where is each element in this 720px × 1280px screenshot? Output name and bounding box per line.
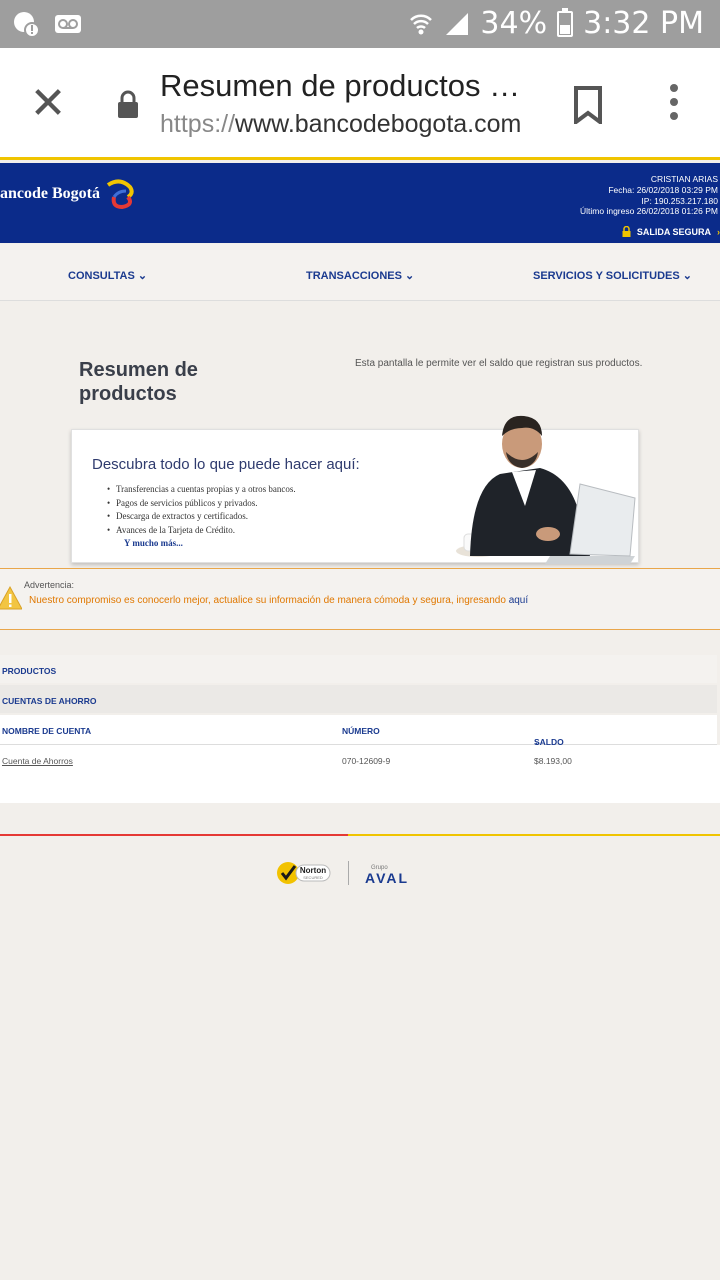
chevron-down-icon: ⌄ <box>405 270 415 282</box>
account-name-link[interactable]: Cuenta de Ahorros <box>2 756 73 766</box>
secure-exit-label: SALIDA SEGURA <box>636 226 711 237</box>
last-login: Último ingreso 26/02/2018 01:26 PM <box>580 206 718 217</box>
chevron-down-icon: ⌄ <box>137 270 148 282</box>
savings-heading: CUENTAS DE AHORRO <box>2 696 97 706</box>
table-row: Cuenta de Ahorros 070-12609-9 $8.193,00 <box>0 745 717 773</box>
main-nav: CONSULTAS ⌄ TRANSACCIONES ⌄ SERVICIOS Y … <box>0 244 720 301</box>
nav-servicios-label: SERVICIOS Y SOLICITUDES <box>533 270 680 282</box>
bank-logo[interactable]: ancode Bogotá <box>0 179 136 209</box>
status-bar: 34% 3:32 PM <box>0 0 720 48</box>
norton-secured-icon: Norton SECURED <box>277 862 331 884</box>
page-title: Resumen de productos <box>79 359 198 405</box>
secure-exit-button[interactable]: SALIDA SEGURA › <box>622 226 720 237</box>
warning-message: Nuestro compromiso es conocerlo mejor, a… <box>29 595 528 606</box>
bank-logo-text: ancode Bogotá <box>0 185 100 202</box>
url-host: www.bancodebogota.com <box>235 110 522 138</box>
browser-toolbar: ✕ Resumen de productos … https://www.ban… <box>0 48 720 160</box>
banner-more-link[interactable]: Y mucho más... <box>124 538 183 548</box>
account-balance: $8.193,00 <box>534 756 572 766</box>
banner-item: Descarga de extractos y certificados. <box>107 511 296 525</box>
account-number: 070-12609-9 <box>342 756 391 766</box>
nav-transacciones[interactable]: TRANSACCIONES ⌄ <box>306 269 414 282</box>
chevron-down-icon: ⌄ <box>682 270 692 282</box>
wifi-icon <box>410 14 433 34</box>
aval-label: AVAL <box>365 870 409 885</box>
norton-sub-label: SECURED <box>303 875 323 880</box>
clock: 3:32 PM <box>583 6 704 41</box>
nav-consultas-label: CONSULTAS <box>68 270 135 282</box>
nav-transacciones-label: TRANSACCIONES <box>306 270 402 282</box>
footer-logos: Norton SECURED Grupo AVAL <box>276 860 435 886</box>
norton-label: Norton <box>300 866 326 875</box>
battery-icon <box>557 7 574 37</box>
padlock-icon <box>622 226 631 237</box>
banner-item: Pagos de servicios públicos y privados. <box>107 498 296 512</box>
session-date: Fecha: 26/02/2018 03:29 PM <box>608 184 718 195</box>
user-name: CRISTIAN ARIAS <box>650 174 718 184</box>
lock-icon <box>118 90 138 118</box>
products-heading: PRODUCTOS <box>2 666 57 676</box>
savings-header-row: CUENTAS DE AHORRO <box>0 685 717 713</box>
banner-list: Transferencias a cuentas propias y a otr… <box>107 484 296 539</box>
logo-divider <box>348 861 349 885</box>
col-account-name: NOMBRE DE CUENTA <box>2 726 92 736</box>
notification-alert-icon <box>14 12 40 38</box>
footer-divider-red <box>0 834 348 836</box>
man-with-laptop-illustration <box>456 415 636 564</box>
warning-panel: Advertencia: Nuestro compromiso es conoc… <box>0 568 720 630</box>
battery-percent: 34% <box>480 6 548 41</box>
column-header-row: NOMBRE DE CUENTA NÚMERO SALDO ⌄ <box>0 715 717 747</box>
products-header-row: PRODUCTOS <box>0 655 717 683</box>
nav-consultas[interactable]: CONSULTAS ⌄ <box>68 269 147 282</box>
url-scheme: https:// <box>160 110 236 138</box>
bank-header: ancode Bogotá CRISTIAN ARIAS Fecha: 26/0… <box>0 163 720 243</box>
banner-item: Avances de la Tarjeta de Crédito. <box>107 525 296 539</box>
update-info-link[interactable]: aquí <box>509 595 528 606</box>
warning-text: Nuestro compromiso es conocerlo mejor, a… <box>29 595 506 606</box>
banner-title: Descubra todo lo que puede hacer aquí: <box>92 456 360 473</box>
warning-label: Advertencia: <box>24 580 75 590</box>
nav-servicios[interactable]: SERVICIOS Y SOLICITUDES ⌄ <box>533 269 692 282</box>
page-tab-title: Resumen de productos … <box>160 68 521 103</box>
session-info: CRISTIAN ARIAS Fecha: 26/02/2018 03:29 P… <box>580 174 718 217</box>
session-ip: IP: 190.253.217.180 <box>641 195 718 206</box>
signal-icon <box>446 12 469 35</box>
banner-item: Transferencias a cuentas propias y a otr… <box>107 484 296 498</box>
warning-icon <box>0 585 22 610</box>
close-icon[interactable]: ✕ <box>28 82 68 126</box>
col-number: NÚMERO <box>342 726 380 736</box>
more-menu-icon[interactable] <box>664 84 684 124</box>
grupo-aval-logo-icon: Grupo AVAL <box>365 865 409 885</box>
bookmark-icon[interactable] <box>572 86 604 124</box>
url-bar[interactable]: https://www.bancodebogota.com <box>160 110 521 139</box>
bank-logo-mark-icon <box>106 179 134 209</box>
page-description: Esta pantalla le permite ver el saldo qu… <box>355 358 643 369</box>
footer-divider-yellow <box>348 834 720 836</box>
voicemail-icon <box>55 15 81 33</box>
